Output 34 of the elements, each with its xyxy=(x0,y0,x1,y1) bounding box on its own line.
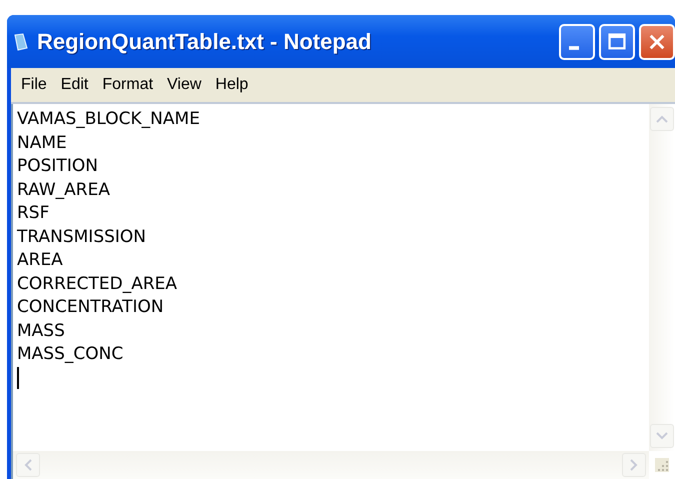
chevron-left-icon xyxy=(24,459,32,471)
minimize-button[interactable] xyxy=(559,24,595,60)
text-line: CONCENTRATION xyxy=(17,296,165,319)
menu-item[interactable]: File xyxy=(17,76,57,94)
notepad-icon xyxy=(13,32,29,50)
chevron-up-icon xyxy=(656,115,668,123)
maximize-button[interactable] xyxy=(599,24,635,60)
menu-item[interactable]: Help xyxy=(211,76,258,94)
vertical-scrollbar[interactable] xyxy=(649,104,675,451)
text-line: MASS_CONC xyxy=(17,343,124,366)
horizontal-scrollbar[interactable] xyxy=(13,451,649,479)
scroll-up-button[interactable] xyxy=(650,107,674,131)
scroll-down-button[interactable] xyxy=(650,424,674,448)
menu-item[interactable]: View xyxy=(163,76,212,94)
chevron-down-icon xyxy=(656,432,668,440)
text-line: VAMAS_BLOCK_NAME xyxy=(17,108,201,131)
text-line: POSITION xyxy=(17,155,99,178)
scroll-right-button[interactable] xyxy=(622,453,646,477)
menu-item[interactable]: Edit xyxy=(56,76,98,94)
text-line: TRANSMISSION xyxy=(17,226,148,248)
text-line: NAME xyxy=(17,132,68,154)
text-line: MASS xyxy=(17,320,66,342)
scroll-left-button[interactable] xyxy=(16,453,40,477)
text-line: RSF xyxy=(17,202,50,225)
menu-item[interactable]: Format xyxy=(98,76,164,94)
text-line: CORRECTED_AREA xyxy=(17,272,178,296)
window-title: RegionQuantTable.txt - Notepad xyxy=(37,28,372,54)
text-cursor xyxy=(17,366,19,388)
text-line: AREA xyxy=(17,249,64,272)
close-button[interactable] xyxy=(639,24,675,60)
text-line: RAW_AREA xyxy=(17,178,111,202)
chevron-right-icon xyxy=(630,459,638,471)
minimize-icon xyxy=(569,46,579,50)
resize-grip-icon[interactable] xyxy=(655,458,669,472)
